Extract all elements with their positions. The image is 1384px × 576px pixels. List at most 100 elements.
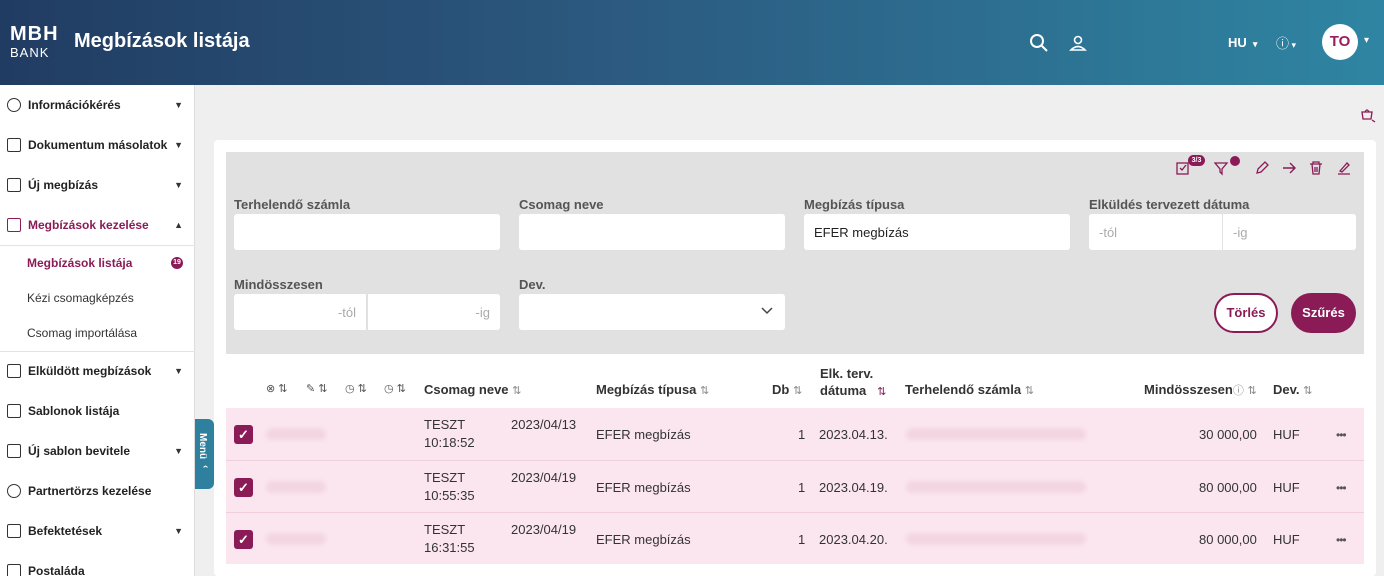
chevron-down-icon: ▼ [174, 446, 183, 456]
template-list-icon [7, 404, 21, 418]
sort-icon: ⇅ [700, 385, 710, 397]
column-header-label: Csomag neve [424, 382, 509, 397]
currency: HUF [1273, 480, 1300, 495]
more-actions-icon[interactable]: ••• [1336, 428, 1347, 442]
clear-button[interactable]: Törlés [1214, 293, 1278, 333]
avatar[interactable]: TO [1322, 24, 1358, 60]
column-header-planned-date[interactable]: Elk. terv. dátuma ⇅ [820, 365, 886, 401]
sidebar-item-label: Megbízások kezelése [28, 218, 149, 232]
package-date: 2023/04/19 [511, 470, 577, 485]
row-checkbox[interactable]: ✓ [234, 478, 253, 497]
sidebar-item-label: Megbízások listája [27, 256, 133, 270]
planned-date: 2023.04.19. [819, 480, 888, 495]
sidebar-item-label: Dokumentum másolatok [28, 138, 168, 152]
cancel-sort-icon[interactable]: ⊗ ⇅ [266, 382, 288, 395]
sidebar-item-document-copies[interactable]: Dokumentum másolatok ▼ [0, 125, 195, 165]
order-type-input[interactable]: EFER megbízás [804, 214, 1070, 250]
history-sort-icon[interactable]: ◷ ⇅ [384, 382, 406, 395]
document-icon [7, 138, 21, 152]
redacted-text [266, 428, 326, 440]
package-time: 10:18:52 [424, 435, 475, 450]
chevron-up-icon: ▲ [174, 220, 183, 230]
sidebar-subitem-order-list[interactable]: Megbízások listája 19 [0, 246, 195, 280]
sidebar-item-label: Kézi csomagképzés [27, 291, 134, 305]
currency-label: Dev. [519, 277, 546, 292]
currency: HUF [1273, 427, 1300, 442]
edit-sort-icon[interactable]: ✎ ⇅ [306, 382, 328, 395]
sidebar-item-mailbox[interactable]: Postaláda [0, 551, 195, 576]
chevron-down-icon [761, 307, 773, 315]
mbh-bank-logo[interactable]: MBH BANK [10, 24, 60, 59]
sidebar-item-partners[interactable]: Partnertörzs kezelése [0, 471, 195, 511]
column-header-count[interactable]: Db ⇅ [772, 382, 802, 397]
table-row[interactable]: ✓ TESZT 2023/04/13 10:18:52 EFER megbízá… [226, 408, 1364, 460]
total-to-input[interactable]: -ig [368, 294, 500, 330]
package-name-input[interactable] [519, 214, 785, 250]
trash-icon[interactable] [1308, 160, 1324, 176]
sidebar-subitem-manual-package[interactable]: Kézi csomagképzés [0, 281, 195, 315]
row-checkbox[interactable]: ✓ [234, 425, 253, 444]
sidebar-item-investments[interactable]: Befektetések ▼ [0, 511, 195, 551]
menu-toggle-tab[interactable]: Menü ‹ [195, 419, 214, 489]
column-header-order-type[interactable]: Megbízás típusa ⇅ [596, 382, 709, 397]
column-header-label: Db [772, 382, 790, 397]
column-header-label: Terhelendő számla [905, 382, 1022, 397]
filter-button[interactable]: Szűrés [1291, 293, 1356, 333]
sidebar-item-information-request[interactable]: Információkérés ▼ [0, 85, 195, 125]
package-time: 10:55:35 [424, 488, 475, 503]
send-date-to-input[interactable]: -ig [1223, 214, 1356, 250]
new-template-icon [7, 444, 21, 458]
redacted-account [906, 533, 1086, 545]
filter-active-dot [1230, 156, 1240, 166]
column-header-package-name[interactable]: Csomag neve ⇅ [424, 382, 521, 397]
help-menu[interactable]: ⓘ ▾ [1276, 33, 1296, 52]
search-icon[interactable] [1028, 32, 1050, 54]
arrow-right-icon[interactable] [1281, 160, 1297, 176]
edit-icon[interactable] [1254, 160, 1270, 176]
package-name: TESZT [424, 522, 466, 537]
clock-sort-icon[interactable]: ◷ ⇅ [345, 382, 367, 395]
sign-icon[interactable] [1336, 160, 1352, 176]
total-label: Mindösszesen [234, 277, 323, 292]
table-row[interactable]: ✓ TESZT 2023/04/19 16:31:55 EFER megbízá… [226, 512, 1364, 564]
chevron-down-icon: ▼ [174, 366, 183, 376]
column-header-currency[interactable]: Dev. ⇅ [1273, 382, 1312, 397]
order-type-label: Megbízás típusa [804, 197, 905, 212]
sort-icon: ⇅ [512, 385, 522, 397]
total-from-input[interactable]: -tól [234, 294, 366, 330]
item-count: 1 [798, 532, 806, 547]
package-name: TESZT [424, 417, 466, 432]
logo-text: MBH [10, 23, 59, 45]
item-count: 1 [798, 480, 806, 495]
sidebar-subitem-package-import[interactable]: Csomag importálása [0, 316, 195, 350]
currency-select[interactable] [519, 294, 785, 330]
user-icon[interactable] [1067, 32, 1089, 54]
menu-tab-label: Menü [197, 433, 208, 460]
more-actions-icon[interactable]: ••• [1336, 481, 1347, 495]
sidebar-item-manage-orders[interactable]: Megbízások kezelése ▲ [0, 205, 195, 245]
redacted-account [906, 481, 1086, 493]
table-row[interactable]: ✓ TESZT 2023/04/19 10:55:35 EFER megbízá… [226, 460, 1364, 512]
cart-export-icon[interactable] [1360, 108, 1376, 124]
item-count: 1 [798, 427, 806, 442]
sidebar-item-new-template[interactable]: Új sablon bevitele ▼ [0, 431, 195, 471]
sidebar-item-sent-orders[interactable]: Elküldött megbízások ▼ [0, 351, 195, 391]
column-header-total[interactable]: Mindösszesenⓘ ⇅ [1144, 382, 1257, 398]
send-date-from-input[interactable]: -tól [1089, 214, 1222, 250]
count-badge: 19 [171, 257, 183, 269]
chevron-down-icon[interactable]: ▾ [1364, 35, 1369, 46]
sidebar-item-new-order[interactable]: Új megbízás ▼ [0, 165, 195, 205]
more-actions-icon[interactable]: ••• [1336, 533, 1347, 547]
help-icon: ⓘ [1276, 36, 1290, 51]
column-header-debit-account[interactable]: Terhelendő számla ⇅ [905, 382, 1034, 397]
row-checkbox[interactable]: ✓ [234, 530, 253, 549]
sidebar-item-label: Csomag importálása [27, 326, 138, 340]
redacted-text [266, 481, 326, 493]
filter-icon[interactable] [1214, 160, 1230, 176]
column-header-label-line1: Elk. terv. [820, 366, 874, 381]
language-selector[interactable]: HU ▾ [1228, 35, 1257, 50]
sidebar-item-label: Partnertörzs kezelése [28, 484, 152, 498]
debit-account-input[interactable] [234, 214, 500, 250]
info-icon: ⓘ [1232, 385, 1244, 397]
sidebar-item-template-list[interactable]: Sablonok listája [0, 391, 195, 431]
